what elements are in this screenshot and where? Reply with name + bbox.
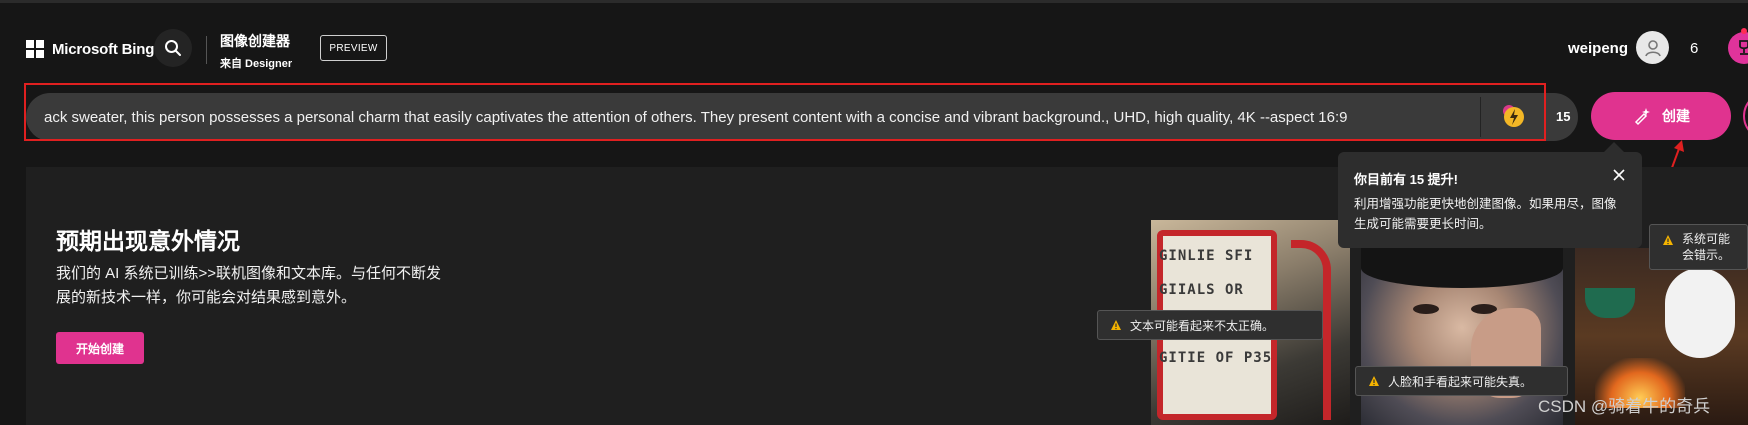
prompt-separator — [1480, 97, 1481, 137]
logo-text: Microsoft Bing — [52, 40, 155, 58]
pump-text-2: GIIALS OR — [1159, 282, 1244, 298]
create-label: 创建 — [1662, 108, 1690, 124]
boost-count: 15 — [1556, 109, 1571, 124]
magic-brush-icon — [1634, 108, 1650, 126]
user-avatar-icon — [1644, 39, 1661, 56]
tooltip-title: 你目前有 15 提升! — [1354, 172, 1459, 187]
search-button[interactable] — [154, 29, 192, 67]
rewards-button[interactable] — [1728, 32, 1748, 64]
warning-text-label: 文本可能看起来不太正确。 — [1130, 318, 1275, 333]
header-divider — [206, 36, 207, 64]
notification-dot — [1741, 28, 1747, 34]
warning-icon — [1663, 235, 1673, 245]
trophy-icon — [1739, 40, 1748, 55]
sample-image-portrait[interactable] — [1361, 248, 1563, 425]
card-title: 预期出现意外情况 — [56, 228, 240, 254]
avatar[interactable] — [1636, 31, 1669, 64]
product-title-block: 图像创建器 来自 Designer — [220, 31, 292, 71]
bing-logo[interactable]: Microsoft Bing — [26, 40, 154, 58]
lightning-boost-icon[interactable] — [1500, 103, 1526, 129]
boost-tooltip: 你目前有 15 提升! 利用增强功能更快地创建图像。如果用尽，图像生成可能需要更… — [1338, 142, 1642, 248]
pump-text-1: GINLIE SFI — [1159, 248, 1254, 264]
pump-text-3: GITIE OF P35 — [1159, 350, 1273, 366]
search-icon — [165, 40, 181, 56]
close-icon[interactable] — [1612, 168, 1626, 182]
warning-face-hands: 人脸和手看起来可能失真。 — [1355, 366, 1568, 396]
prompt-bar: 15 — [26, 93, 1578, 141]
warning-icon — [1111, 320, 1121, 330]
microsoft-logo-icon — [26, 40, 44, 58]
warning-system-label: 系统可能会错示。 — [1682, 232, 1731, 262]
product-subtitle: 来自 Designer — [220, 58, 293, 70]
card-body: 我们的 AI 系统已训练>>联机图像和文本库。与任何不断发展的新技术一样，你可能… — [56, 265, 442, 306]
tooltip-body: 利用增强功能更快地创建图像。如果用尽，图像生成可能需要更长时间。 — [1354, 197, 1617, 231]
portrait-hair-shape — [1361, 248, 1563, 288]
warning-face-label: 人脸和手看起来可能失真。 — [1388, 374, 1533, 389]
warning-system: 系统可能会错示。 — [1649, 224, 1748, 270]
panda-pot-shape — [1585, 288, 1635, 318]
top-border — [0, 0, 1748, 3]
more-options-button[interactable] — [1743, 92, 1748, 140]
prompt-input[interactable] — [44, 93, 1484, 141]
rewards-count: 6 — [1690, 40, 1699, 57]
preview-badge: PREVIEW — [320, 35, 387, 61]
warning-icon — [1369, 376, 1379, 386]
product-title: 图像创建器 — [220, 33, 290, 49]
start-creating-button[interactable]: 开始创建 — [56, 332, 144, 364]
username[interactable]: weipeng — [1568, 40, 1628, 57]
watermark: CSDN @骑着牛的奇兵 — [1538, 397, 1711, 416]
tooltip-pointer — [1604, 142, 1624, 152]
create-button[interactable]: 创建 — [1591, 92, 1731, 140]
warning-text-incorrect: 文本可能看起来不太正确。 — [1097, 310, 1323, 340]
panda-shape — [1665, 268, 1735, 358]
portrait-eye-left — [1413, 304, 1439, 314]
